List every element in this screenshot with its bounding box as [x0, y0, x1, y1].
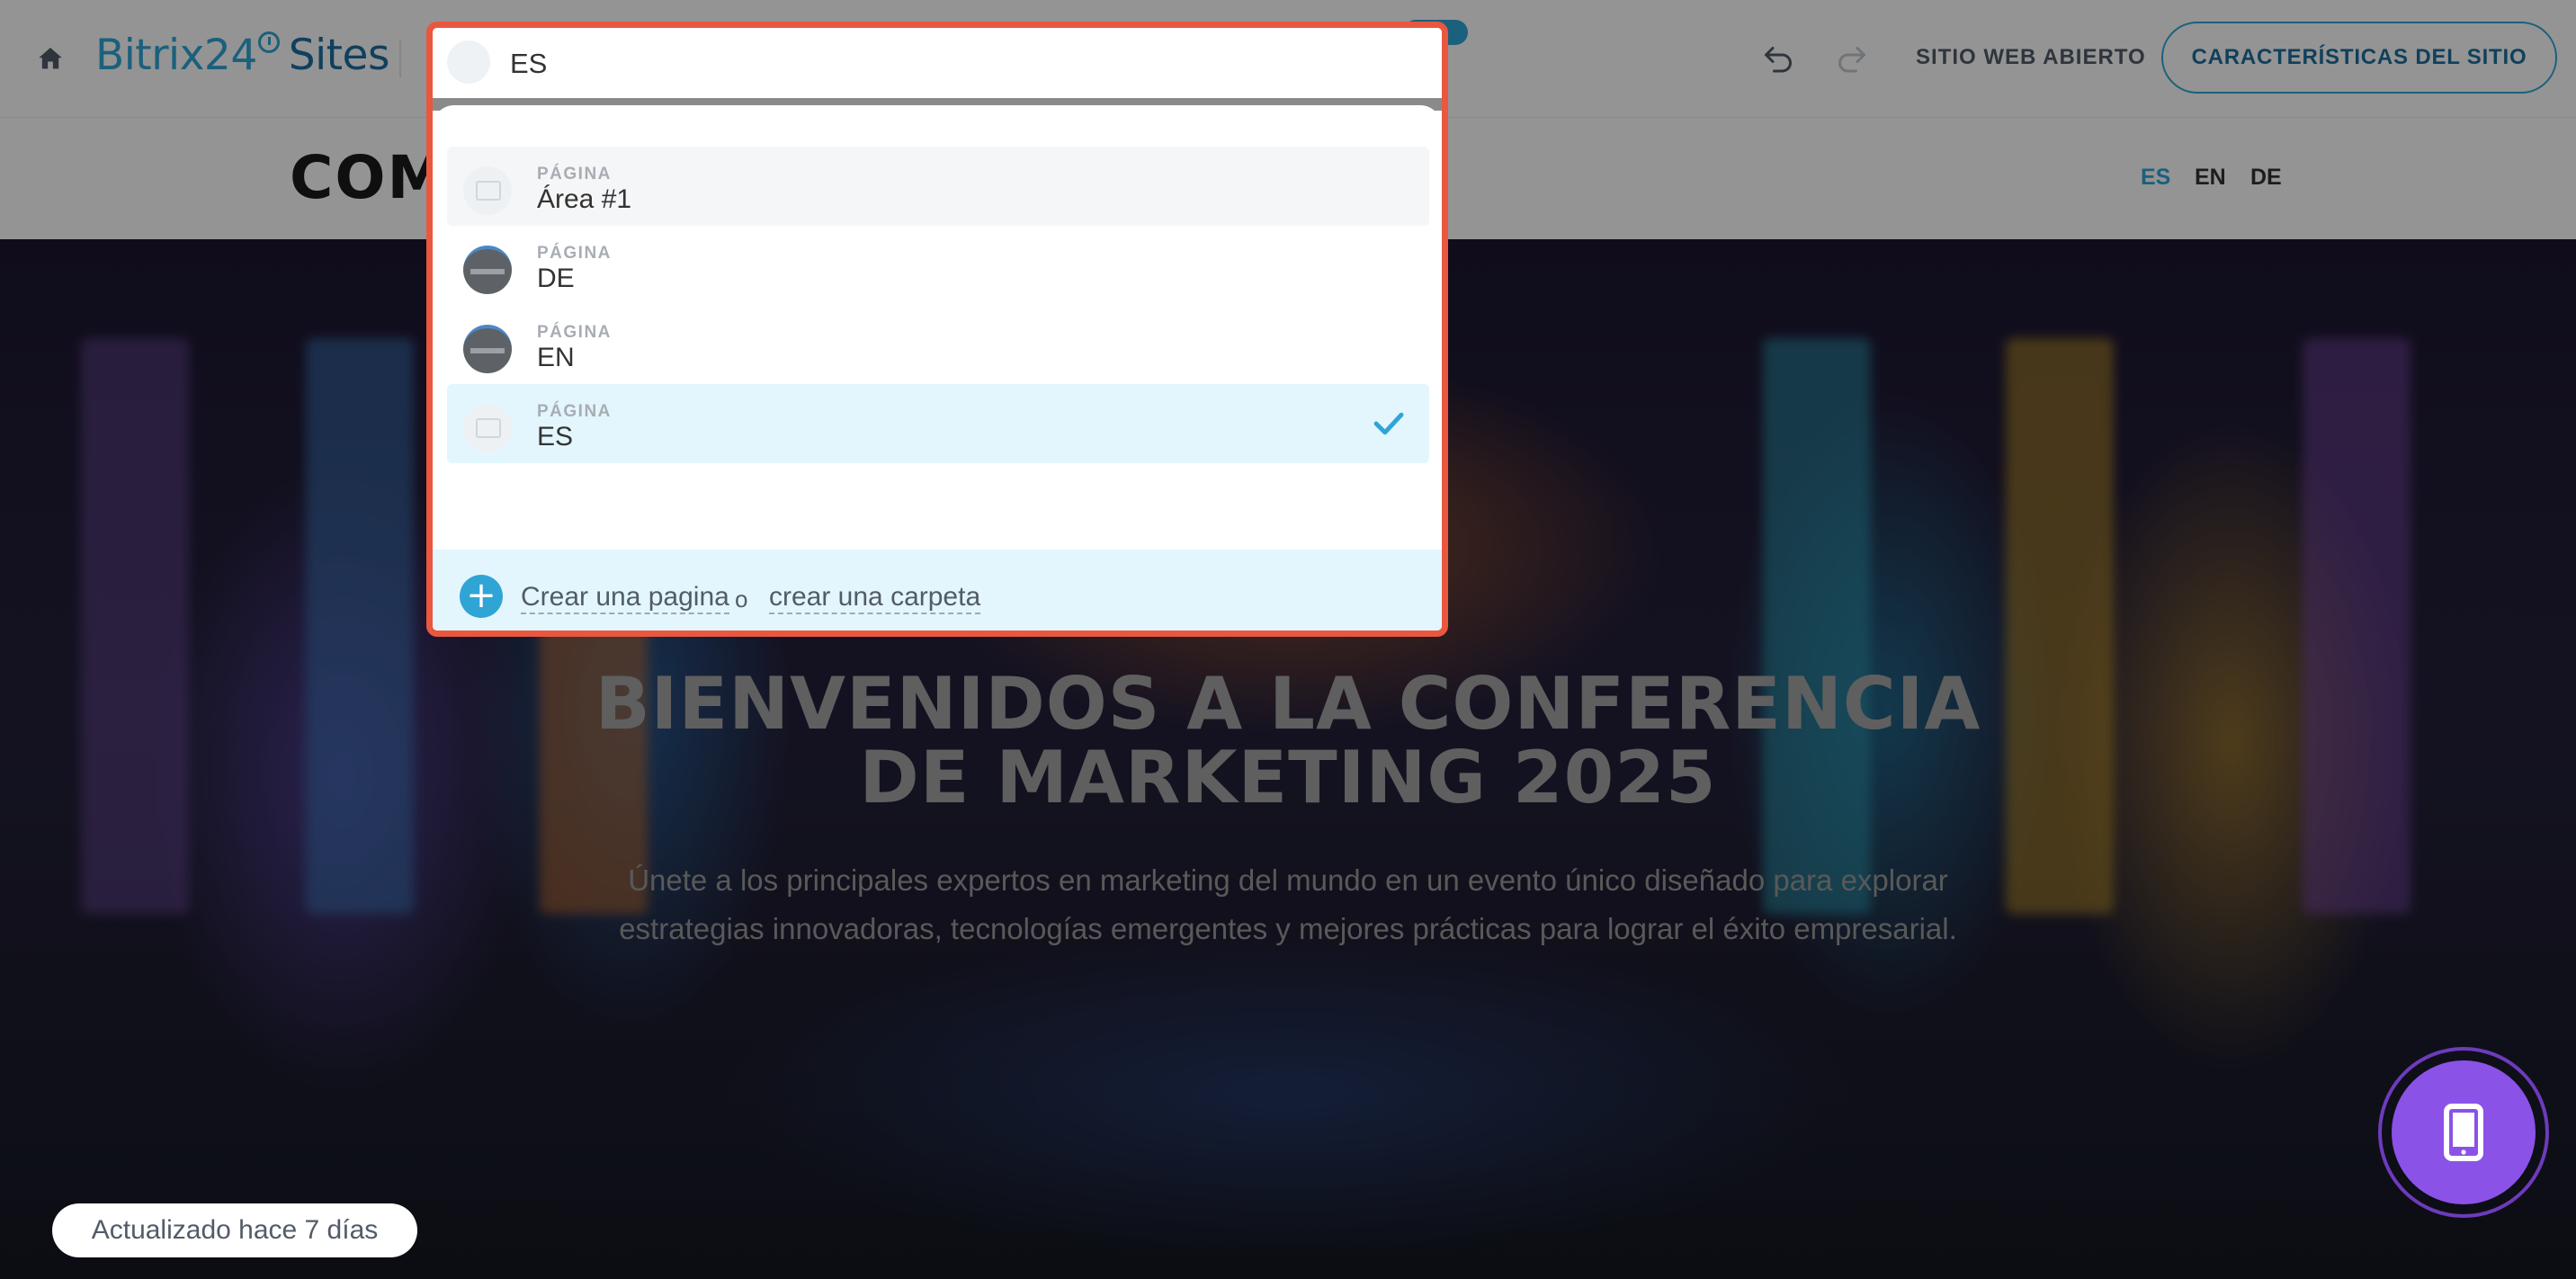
mobile-preview-inner [2392, 1060, 2536, 1204]
page-thumbnail-icon [463, 325, 512, 373]
page-item-en[interactable]: PÁGINA EN [447, 305, 1429, 384]
page-item-es[interactable]: PÁGINA ES [447, 384, 1429, 463]
current-page-label: ES [510, 48, 548, 79]
or-separator: o [735, 586, 748, 613]
page-thumbnail-icon [463, 166, 512, 215]
page-thumbnail-icon [463, 404, 512, 452]
create-folder-link[interactable]: crear una carpeta [769, 582, 981, 614]
create-page-link[interactable]: Crear una pagina [521, 582, 729, 614]
page-switcher-current[interactable]: ES [433, 28, 1442, 98]
page-item-kind: PÁGINA [537, 323, 612, 342]
page-item-de[interactable]: PÁGINA DE [447, 226, 1429, 305]
page-list: PÁGINA Área #1 PÁGINA DE PÁGINA EN PÁGIN… [433, 105, 1442, 551]
mobile-preview-button[interactable] [2378, 1047, 2549, 1218]
page-item-name: Área #1 [537, 184, 632, 214]
page-item-kind: PÁGINA [537, 244, 612, 263]
page-item-area-1[interactable]: PÁGINA Área #1 [447, 147, 1429, 226]
page-thumbnail-icon [447, 40, 490, 84]
plus-icon[interactable]: + [460, 575, 503, 618]
updated-status-badge: Actualizado hace 7 días [52, 1203, 417, 1257]
page-item-name: ES [537, 422, 574, 452]
page-item-kind: PÁGINA [537, 165, 612, 183]
page-switcher-popup: ES PÁGINA Área #1 PÁGINA DE PÁGINA EN PÁ… [426, 22, 1448, 637]
page-switcher-footer: + Crear una pagina o crear una carpeta [433, 550, 1442, 631]
page-item-kind: PÁGINA [537, 402, 612, 421]
checkmark-icon [1373, 412, 1404, 435]
smartphone-icon [2444, 1104, 2483, 1161]
page-item-name: DE [537, 264, 575, 293]
page-thumbnail-icon [463, 246, 512, 294]
page-item-name: EN [537, 343, 575, 372]
